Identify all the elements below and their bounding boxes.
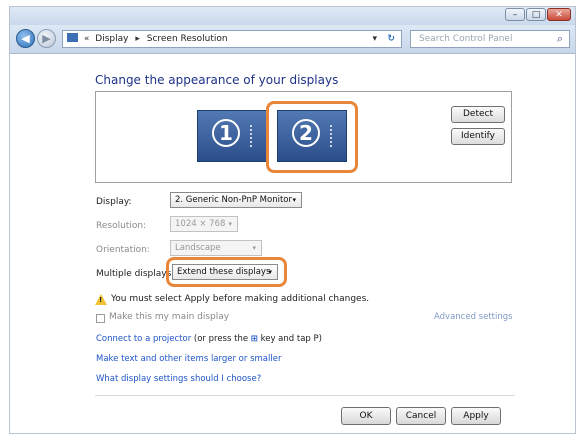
cancel-button[interactable]: Cancel xyxy=(396,407,446,425)
footer-divider xyxy=(95,395,515,396)
breadcrumb-prefix-icon: « xyxy=(83,34,90,44)
orientation-select[interactable]: Landscape ▾ xyxy=(170,240,262,256)
search-icon[interactable]: ⌕ xyxy=(557,31,563,47)
resolution-select-value: 1024 × 768 xyxy=(175,219,226,229)
breadcrumb-item-display[interactable]: Display xyxy=(95,34,128,44)
title-bar: – □ ✕ xyxy=(10,7,575,25)
monitor-preview-area: 1 2 Detect Identify xyxy=(95,91,512,183)
resolution-select[interactable]: 1024 × 768 ▾ xyxy=(170,216,238,232)
display-label: Display: xyxy=(96,197,132,207)
chevron-down-icon: ▾ xyxy=(292,196,296,204)
close-button[interactable]: ✕ xyxy=(547,8,571,21)
apply-warning-text: You must select Apply before making addi… xyxy=(111,294,370,304)
minimize-button[interactable]: – xyxy=(505,8,525,21)
warning-glyph: ! xyxy=(99,296,103,304)
projector-line: Connect to a projector (or press the ⊞ k… xyxy=(96,334,322,344)
control-panel-icon xyxy=(67,33,78,42)
orientation-select-value: Landscape xyxy=(175,243,221,253)
navigation-bar: ◀ ▶ « Display ▸ Screen Resolution ▾ ↻ Se… xyxy=(10,25,575,54)
maximize-button[interactable]: □ xyxy=(526,8,546,21)
windows-key-icon: ⊞ xyxy=(250,334,258,344)
address-dropdown-icon[interactable]: ▾ xyxy=(372,31,377,47)
chevron-down-icon: ▾ xyxy=(252,244,256,252)
main-display-label: Make this my main display xyxy=(109,312,230,322)
breadcrumb-item-screen-resolution[interactable]: Screen Resolution xyxy=(147,34,228,44)
resolution-label: Resolution: xyxy=(96,221,147,231)
identify-button[interactable]: Identify xyxy=(451,128,505,145)
address-bar[interactable]: « Display ▸ Screen Resolution ▾ ↻ xyxy=(62,30,402,48)
back-arrow-icon: ◀ xyxy=(21,32,30,45)
connect-projector-link[interactable]: Connect to a projector xyxy=(96,334,191,344)
text-size-link[interactable]: Make text and other items larger or smal… xyxy=(96,354,281,364)
display-select[interactable]: 2. Generic Non-PnP Monitor ▾ xyxy=(170,192,302,208)
display-select-value: 2. Generic Non-PnP Monitor xyxy=(175,195,292,205)
monitor-1[interactable]: 1 xyxy=(197,110,267,162)
apply-button[interactable]: Apply xyxy=(451,407,501,425)
back-button[interactable]: ◀ xyxy=(16,29,35,48)
ok-button[interactable]: OK xyxy=(341,407,391,425)
chevron-down-icon: ▾ xyxy=(228,220,232,228)
minimize-icon: – xyxy=(512,10,518,20)
maximize-icon: □ xyxy=(531,10,541,20)
multiple-displays-label: Multiple displays: xyxy=(96,269,175,279)
monitor-1-dotted-edge xyxy=(250,125,260,147)
display-settings-help-link[interactable]: What display settings should I choose? xyxy=(96,374,261,384)
refresh-icon[interactable]: ↻ xyxy=(387,31,395,47)
monitor-1-number: 1 xyxy=(212,119,240,147)
warning-icon: ! xyxy=(95,294,107,305)
page-title: Change the appearance of your displays xyxy=(95,73,339,87)
search-box[interactable]: Search Control Panel ⌕ xyxy=(410,30,570,48)
projector-hint-2: key and tap P) xyxy=(257,334,322,344)
advanced-settings-link[interactable]: Advanced settings xyxy=(434,312,513,322)
multiple-displays-highlight xyxy=(166,257,287,287)
main-display-checkbox[interactable] xyxy=(96,314,105,323)
projector-hint-1: (or press the xyxy=(191,334,251,344)
breadcrumb-separator-icon: ▸ xyxy=(135,34,140,44)
forward-button[interactable]: ▶ xyxy=(37,29,56,48)
screen-resolution-window: – □ ✕ ◀ ▶ « Display ▸ Screen Resolution … xyxy=(9,6,576,434)
search-placeholder: Search Control Panel xyxy=(419,34,513,44)
close-icon: ✕ xyxy=(555,10,563,20)
orientation-label: Orientation: xyxy=(96,245,150,255)
selected-monitor-highlight xyxy=(266,101,358,173)
forward-arrow-icon: ▶ xyxy=(42,32,51,45)
detect-button[interactable]: Detect xyxy=(451,106,505,123)
